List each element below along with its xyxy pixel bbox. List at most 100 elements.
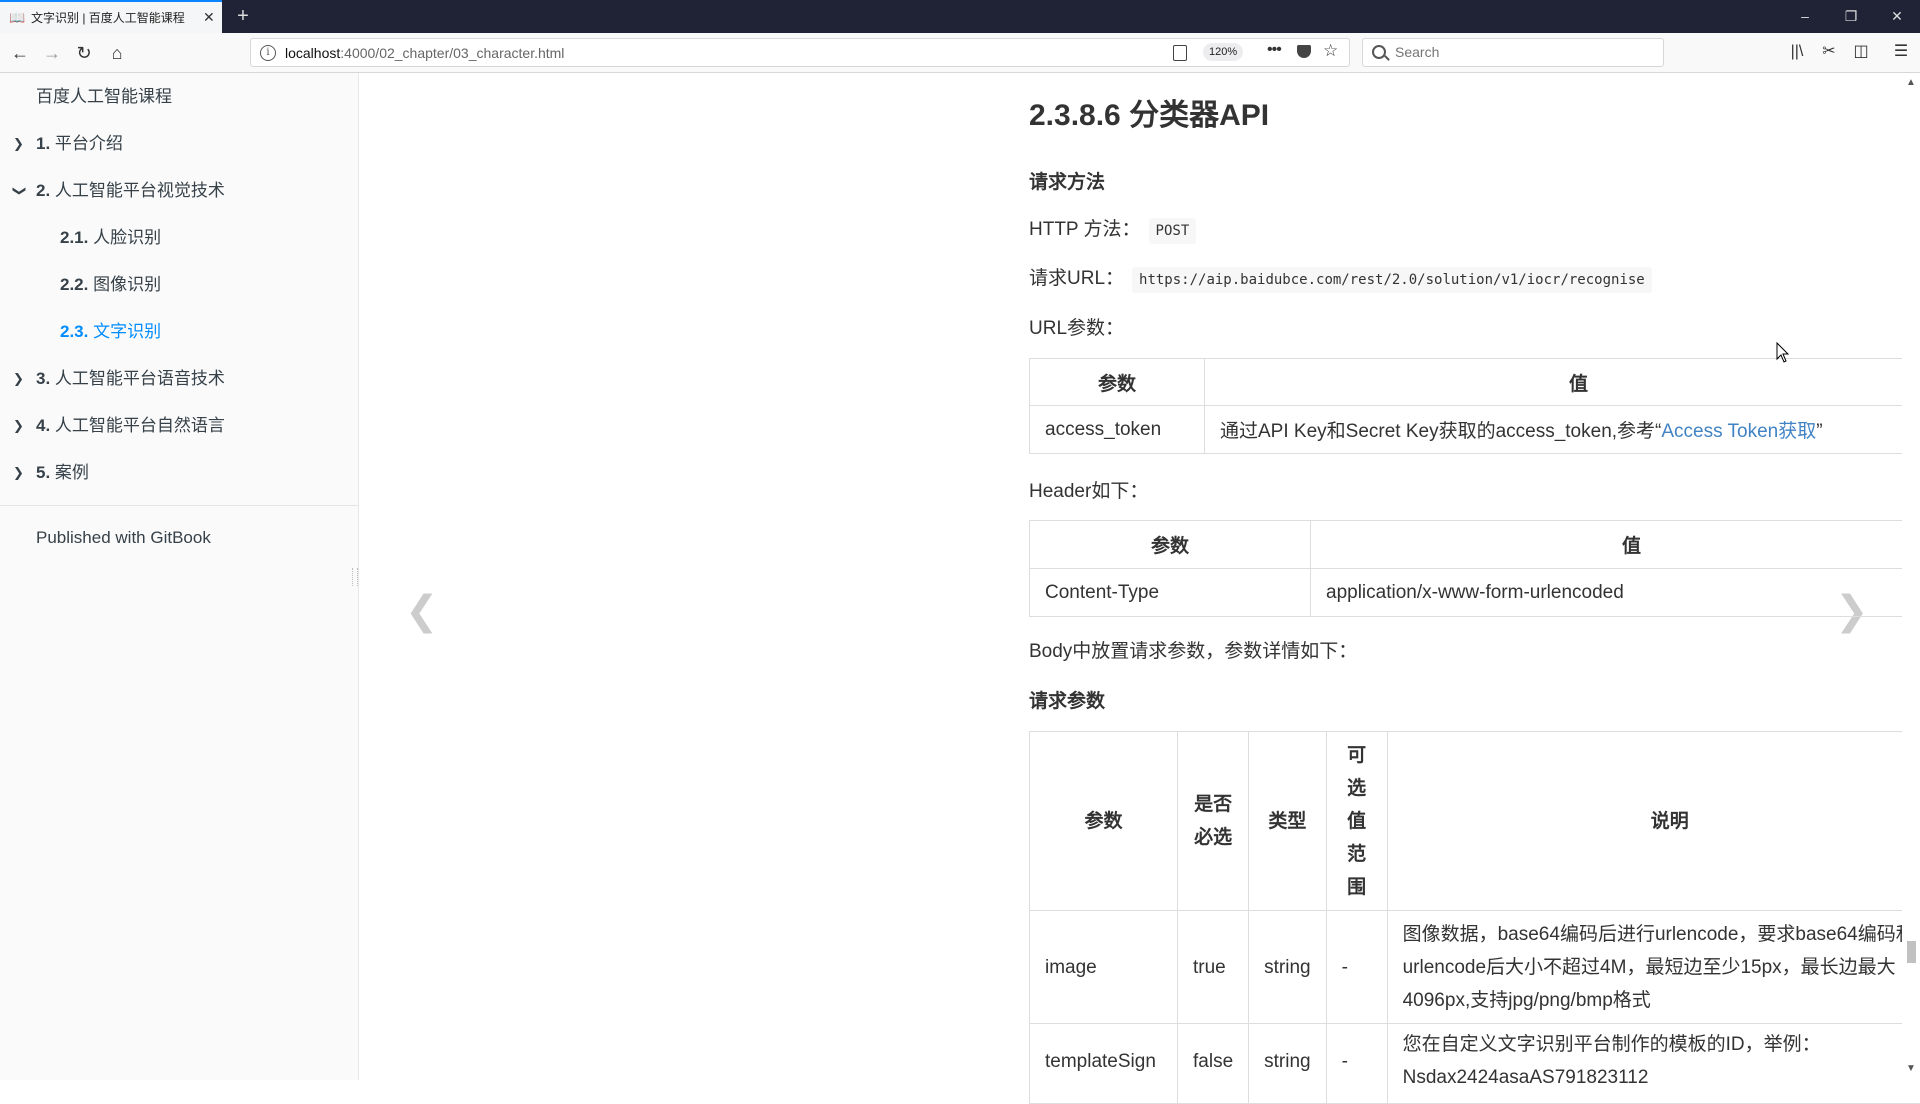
table-cell: true bbox=[1178, 911, 1249, 1024]
request-url-line: 请求URL：https://aip.baidubce.com/rest/2.0/… bbox=[1029, 263, 1652, 290]
sidebar-item-number: 2. bbox=[36, 181, 50, 200]
previous-page-arrow-icon[interactable]: ❮ bbox=[405, 588, 439, 634]
sidebar-toggle-icon[interactable]: ◫ bbox=[1850, 41, 1872, 63]
sidebar-item-face-recognition[interactable]: 2.1. 人脸识别 bbox=[0, 218, 359, 258]
table-header-cell: 说明 bbox=[1387, 732, 1920, 911]
table-cell: string bbox=[1249, 1024, 1326, 1104]
table-cell: - bbox=[1326, 911, 1387, 1024]
sidebar-item-vision[interactable]: ❯ 2. 人工智能平台视觉技术 bbox=[0, 171, 359, 211]
table-header-cell: 参数 bbox=[1030, 521, 1311, 569]
close-tab-icon[interactable]: ✕ bbox=[203, 9, 215, 26]
request-url-value: https://aip.baidubce.com/rest/2.0/soluti… bbox=[1132, 267, 1652, 293]
table-header-row: 参数 值 bbox=[1030, 359, 1920, 406]
sidebar-item-platform-intro[interactable]: ❯ 1. 平台介绍 bbox=[0, 124, 359, 164]
browser-titlebar: 📖 文字识别 | 百度人工智能课程 ✕ + – ❐ ✕ bbox=[0, 0, 1920, 33]
sidebar-header[interactable]: 百度人工智能课程 bbox=[0, 77, 359, 117]
scroll-up-arrow-icon[interactable]: ▲ bbox=[1906, 77, 1916, 88]
sidebar-item-speech[interactable]: ❯ 3. 人工智能平台语音技术 bbox=[0, 359, 359, 399]
table-header-cell: 值 bbox=[1311, 521, 1920, 569]
request-params-heading: 请求参数 bbox=[1029, 686, 1105, 713]
table-header-cell: 值 bbox=[1205, 359, 1920, 406]
chevron-right-icon[interactable]: ❯ bbox=[13, 124, 24, 164]
table-header-cell: 可选值范围 bbox=[1326, 732, 1387, 911]
sidebar-item-number: 4. bbox=[36, 416, 50, 435]
home-button[interactable]: ⌂ bbox=[103, 39, 131, 67]
table-header-cell: 参数 bbox=[1030, 359, 1205, 406]
sidebar-item-image-recognition[interactable]: 2.2. 图像识别 bbox=[0, 265, 359, 305]
screenshot-icon[interactable]: ✂ bbox=[1818, 41, 1840, 63]
sidebar-item-nlp[interactable]: ❯ 4. 人工智能平台自然语言 bbox=[0, 406, 359, 446]
table-cell: Content-Type bbox=[1030, 569, 1311, 617]
sidebar-item-label: 人脸识别 bbox=[93, 228, 161, 247]
search-input[interactable] bbox=[1393, 43, 1657, 61]
scrollbar-thumb[interactable] bbox=[1907, 941, 1916, 963]
chevron-right-icon[interactable]: ❯ bbox=[13, 406, 24, 446]
menu-icon[interactable]: ☰ bbox=[1890, 41, 1912, 63]
header-label: Header如下： bbox=[1029, 476, 1148, 503]
access-token-link[interactable]: Access Token获取 bbox=[1661, 421, 1816, 442]
reader-view-icon[interactable] bbox=[1173, 45, 1187, 61]
restore-button[interactable]: ❐ bbox=[1828, 0, 1874, 33]
library-icon[interactable]: ||\ bbox=[1786, 41, 1808, 63]
url-path: :4000/02_chapter/03_character.html bbox=[340, 45, 564, 61]
table-cell: application/x-www-form-urlencoded bbox=[1311, 569, 1920, 617]
body-params-label: Body中放置请求参数，参数详情如下： bbox=[1029, 636, 1357, 663]
table-row: image true string - 图像数据，base64编码后进行urle… bbox=[1030, 911, 1920, 1024]
reload-button[interactable]: ↻ bbox=[70, 39, 98, 67]
url-bar[interactable]: i localhost:4000/02_chapter/03_character… bbox=[250, 38, 1350, 67]
sidebar-item-number: 2.2. bbox=[60, 275, 88, 294]
sidebar-item-label: 图像识别 bbox=[93, 275, 161, 294]
table-cell: 图像数据，base64编码后进行urlencode，要求base64编码和url… bbox=[1387, 911, 1920, 1024]
sidebar-resize-handle[interactable] bbox=[352, 568, 358, 586]
sidebar-item-number: 5. bbox=[36, 463, 50, 482]
table-cell: templateSign bbox=[1030, 1024, 1178, 1104]
chevron-right-icon[interactable]: ❯ bbox=[13, 453, 24, 493]
sidebar-header-label: 百度人工智能课程 bbox=[36, 77, 172, 117]
url-params-table: 参数 值 access_token 通过API Key和Secret Key获取… bbox=[1029, 358, 1920, 454]
cell-text: 通过API Key和Secret Key获取的access_token,参考“ bbox=[1220, 421, 1661, 442]
sidebar-item-number: 1. bbox=[36, 134, 50, 153]
scroll-down-arrow-icon[interactable]: ▼ bbox=[1906, 1063, 1916, 1074]
sidebar-item-label: 平台介绍 bbox=[55, 134, 123, 153]
table-header-row: 参数 值 bbox=[1030, 521, 1920, 569]
minimize-button[interactable]: – bbox=[1782, 0, 1828, 33]
pocket-icon[interactable] bbox=[1297, 45, 1311, 58]
bookmark-star-icon[interactable]: ☆ bbox=[1323, 41, 1338, 61]
forward-button[interactable]: → bbox=[38, 39, 66, 67]
search-bar[interactable] bbox=[1362, 38, 1664, 67]
cell-text: ” bbox=[1816, 421, 1822, 442]
sidebar-item-label: 人工智能平台视觉技术 bbox=[55, 181, 225, 200]
http-method-label: HTTP 方法： bbox=[1029, 219, 1141, 240]
sidebar-item-label: 文字识别 bbox=[93, 322, 161, 341]
mouse-cursor-icon bbox=[1776, 342, 1790, 364]
sidebar-item-number: 3. bbox=[36, 369, 50, 388]
table-header-cell: 类型 bbox=[1249, 732, 1326, 911]
site-info-icon[interactable]: i bbox=[260, 45, 276, 61]
sidebar-item-text-recognition[interactable]: 2.3. 文字识别 bbox=[0, 312, 359, 352]
table-header-cell: 参数 bbox=[1030, 732, 1178, 911]
zoom-level-badge[interactable]: 120% bbox=[1203, 43, 1243, 61]
http-method-line: HTTP 方法：POST bbox=[1029, 214, 1196, 241]
chevron-down-icon[interactable]: ❯ bbox=[0, 186, 39, 197]
new-tab-button[interactable]: + bbox=[231, 4, 255, 28]
sidebar-item-cases[interactable]: ❯ 5. 案例 bbox=[0, 453, 359, 493]
close-window-button[interactable]: ✕ bbox=[1874, 0, 1920, 33]
page-actions-icon[interactable]: ••• bbox=[1267, 41, 1281, 59]
tab-title: 文字识别 | 百度人工智能课程 bbox=[31, 9, 201, 26]
url-text[interactable]: localhost:4000/02_chapter/03_character.h… bbox=[285, 45, 564, 61]
sidebar-item-label: 人工智能平台自然语言 bbox=[55, 416, 225, 435]
url-host: localhost bbox=[285, 45, 340, 61]
header-table: 参数 值 Content-Type application/x-www-form… bbox=[1029, 520, 1920, 617]
published-with-gitbook-link[interactable]: Published with GitBook bbox=[36, 528, 211, 548]
browser-tab[interactable]: 📖 文字识别 | 百度人工智能课程 ✕ bbox=[0, 0, 222, 33]
table-row: access_token 通过API Key和Secret Key获取的acce… bbox=[1030, 406, 1920, 454]
back-button[interactable]: ← bbox=[6, 39, 34, 67]
chevron-right-icon[interactable]: ❯ bbox=[13, 359, 24, 399]
table-cell: 您在自定义文字识别平台制作的模板的ID，举例：Nsdax2424asaAS791… bbox=[1387, 1024, 1920, 1104]
page-scrollbar[interactable]: ▲ ▼ bbox=[1902, 73, 1920, 1080]
table-row: templateSign false string - 您在自定义文字识别平台制… bbox=[1030, 1024, 1920, 1104]
sidebar-item-number: 2.3. bbox=[60, 322, 88, 341]
book-sidebar: 百度人工智能课程 ❯ 1. 平台介绍 ❯ 2. 人工智能平台视觉技术 2.1. … bbox=[0, 73, 359, 1080]
table-cell: access_token bbox=[1030, 406, 1205, 454]
table-cell: false bbox=[1178, 1024, 1249, 1104]
